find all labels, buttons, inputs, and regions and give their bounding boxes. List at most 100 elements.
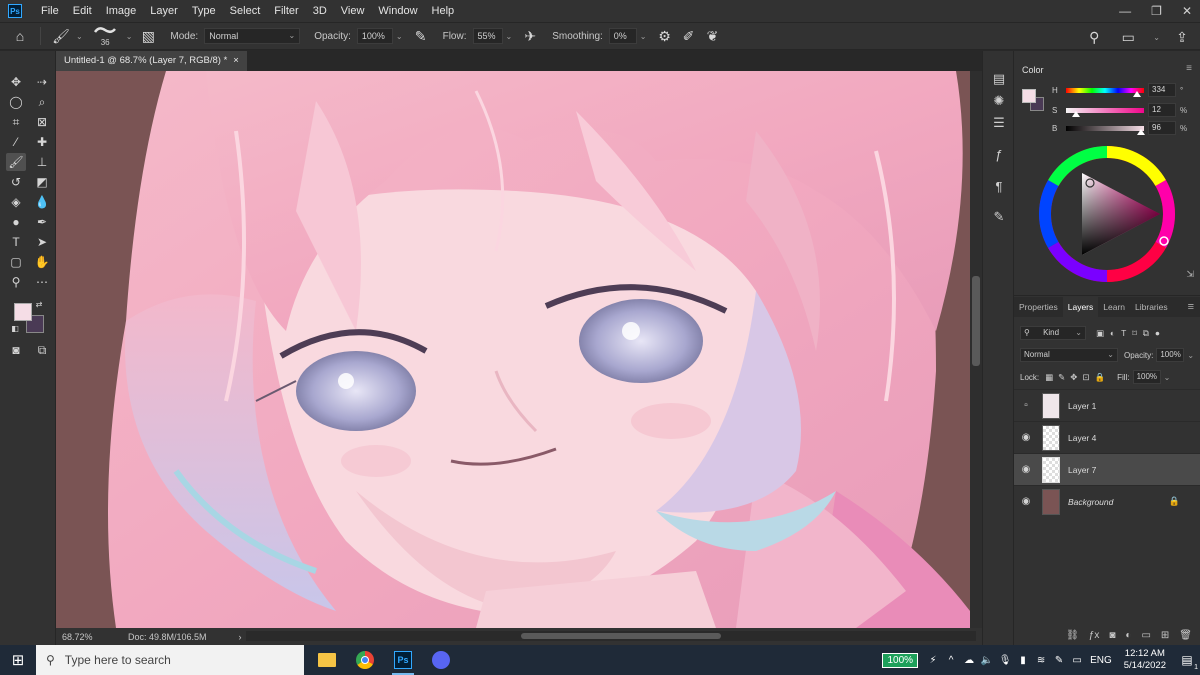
mode-select[interactable]: Normal ⌄ [204, 28, 301, 44]
paragraph-icon[interactable]: ¶ [991, 179, 1007, 195]
close-window-button[interactable]: ✕ [1182, 4, 1192, 18]
vertical-scroll-thumb[interactable] [972, 276, 980, 366]
pen-icon[interactable]: ✎ [1051, 655, 1067, 666]
lock-icon[interactable]: 🔒 [1169, 496, 1180, 507]
minimize-button[interactable]: — [1119, 4, 1131, 18]
lasso-tool-icon[interactable]: ◯ [6, 93, 26, 111]
trash-icon[interactable]: 🗑 [1179, 630, 1192, 641]
visibility-off-icon[interactable]: ▫ [1014, 400, 1038, 411]
add-mask-icon[interactable]: ◙ [1109, 630, 1115, 641]
eye-icon[interactable]: ◉ [1014, 496, 1038, 507]
workspace-chevron-icon[interactable]: ⌄ [1153, 33, 1160, 42]
pen-tablet-icon[interactable]: ▮ [1015, 655, 1031, 666]
notifications-icon[interactable]: ▤ 1 [1174, 653, 1200, 671]
rectangle-tool-icon[interactable]: ▢ [6, 253, 26, 271]
layer-filter-select[interactable]: ⚲ Kind ⌄ [1020, 326, 1086, 340]
fill-input[interactable]: 100% [1132, 370, 1161, 384]
restore-button[interactable]: ❐ [1151, 4, 1162, 18]
opacity-chevron-icon[interactable]: ⌄ [396, 32, 403, 41]
layer-row-layer-1[interactable]: ▫ Layer 1 [1014, 389, 1200, 421]
eyedropper-tool-icon[interactable]: ⁄ [6, 133, 26, 151]
new-group-icon[interactable]: ▭ [1141, 630, 1150, 641]
styles-fx-icon[interactable]: ƒ [991, 147, 1007, 163]
tool-preset-chevron-icon[interactable]: ⌄ [76, 32, 83, 41]
power-plug-icon[interactable]: ⚡ [925, 655, 941, 666]
pen-tool-icon[interactable]: ✒ [32, 213, 52, 231]
menu-select[interactable]: Select [223, 0, 268, 22]
hand-tool-icon[interactable]: ✋ [32, 253, 52, 271]
artboard-tool-icon[interactable]: ⇢ [32, 73, 52, 91]
menu-type[interactable]: Type [185, 0, 223, 22]
quick-mask-icon[interactable]: ◙ [6, 341, 26, 359]
brush-settings-icon[interactable]: ▧ [136, 28, 160, 45]
home-icon[interactable]: ⌂ [8, 28, 32, 44]
airbrush-icon[interactable]: ✈ [518, 28, 542, 45]
flow-input[interactable]: 55% [472, 28, 503, 44]
input-language[interactable]: ENG [1090, 655, 1112, 666]
saturation-slider-knob[interactable] [1072, 110, 1080, 117]
lock-position-icon[interactable]: ✥ [1070, 372, 1077, 383]
vertical-scrollbar[interactable] [970, 71, 982, 628]
crop-tool-icon[interactable]: ⌗ [6, 113, 26, 131]
smoothing-chevron-icon[interactable]: ⌄ [640, 32, 647, 41]
filter-smart-object-icon[interactable]: ⧉ [1143, 328, 1149, 339]
layer-opacity-chevron-icon[interactable]: ⌄ [1187, 351, 1194, 360]
zoom-tool-icon[interactable]: ⚲ [6, 273, 26, 291]
volume-icon[interactable]: 🔈 [979, 655, 995, 666]
stamp-tool-icon[interactable]: ⊥ [32, 153, 52, 171]
tab-learn[interactable]: Learn [1098, 297, 1130, 317]
saturation-slider[interactable] [1066, 107, 1144, 117]
gear-icon[interactable]: ⚙ [653, 28, 677, 45]
adjustment-layer-icon[interactable]: ◐ [1125, 630, 1131, 641]
brightness-slider[interactable] [1066, 125, 1145, 135]
fill-chevron-icon[interactable]: ⌄ [1164, 373, 1171, 382]
menu-window[interactable]: Window [371, 0, 424, 22]
eye-icon[interactable]: ◉ [1014, 432, 1038, 443]
hue-input[interactable]: 334 [1148, 83, 1176, 97]
brush-tool-icon[interactable]: 🖌 [49, 28, 73, 45]
frame-tool-icon[interactable]: ⊠ [32, 113, 52, 131]
menu-filter[interactable]: Filter [267, 0, 305, 22]
photoshop-taskbar-icon[interactable]: Ps [384, 645, 422, 675]
document-tab[interactable]: Untitled-1 @ 68.7% (Layer 7, RGB/8) * × [56, 51, 247, 71]
search-icon[interactable]: ⚲ [1082, 29, 1106, 46]
lock-all-icon[interactable]: 🔒 [1095, 372, 1106, 383]
tab-properties[interactable]: Properties [1014, 297, 1063, 317]
brightness-slider-knob[interactable] [1137, 128, 1145, 135]
history-icon[interactable]: ▤ [991, 71, 1007, 87]
layer-row-layer-7[interactable]: ◉ Layer 7 [1014, 453, 1200, 485]
history-brush-tool-icon[interactable]: ↺ [6, 173, 26, 191]
layers-panel-menu-icon[interactable]: ≡ [1188, 301, 1194, 313]
fx-icon[interactable]: ƒx [1089, 630, 1100, 641]
paint-bucket-tool-icon[interactable]: ◈ [6, 193, 26, 211]
blur-tool-icon[interactable]: 💧 [32, 193, 52, 211]
zoom-level[interactable]: 68.72% [62, 632, 120, 642]
lock-artboard-icon[interactable]: ⊡ [1082, 372, 1089, 383]
menu-help[interactable]: Help [425, 0, 462, 22]
filter-shape-icon[interactable]: ⌑ [1132, 328, 1136, 339]
menu-layer[interactable]: Layer [143, 0, 185, 22]
brush-tool-active-icon[interactable]: 🖌 [6, 153, 26, 171]
color-panel-expand-icon[interactable]: ⇲ [1186, 269, 1194, 280]
windows-start-icon[interactable]: ⊞ [0, 645, 36, 675]
flow-chevron-icon[interactable]: ⌄ [506, 32, 513, 41]
layer-opacity-input[interactable]: 100% [1156, 348, 1185, 362]
menu-edit[interactable]: Edit [66, 0, 99, 22]
blend-mode-select[interactable]: Normal ⌄ [1020, 348, 1118, 362]
pressure-size-icon[interactable]: ✐ [677, 28, 701, 45]
horizontal-scrollbar[interactable] [246, 631, 976, 641]
horizontal-scroll-thumb[interactable] [521, 633, 721, 639]
filter-type-icon[interactable]: T [1121, 328, 1126, 338]
hue-slider-knob[interactable] [1133, 90, 1141, 97]
lock-pixels-icon[interactable]: ✎ [1058, 372, 1065, 383]
eraser-tool-icon[interactable]: ◩ [32, 173, 52, 191]
status-menu-arrow-icon[interactable]: › [239, 632, 242, 642]
pressure-opacity-icon[interactable]: ✎ [409, 28, 433, 45]
battery-icon[interactable]: ▭ [1069, 655, 1085, 666]
link-layers-icon[interactable]: ⛓ [1066, 630, 1079, 641]
properties-sliders-icon[interactable]: ☰ [991, 115, 1007, 131]
default-colors-icon[interactable]: ◧ [10, 323, 20, 333]
filter-adjustment-icon[interactable]: ◐ [1110, 328, 1115, 338]
adjustments-icon[interactable]: ✺ [991, 93, 1007, 109]
taskbar-search-box[interactable]: ⚲ Type here to search [36, 645, 304, 675]
